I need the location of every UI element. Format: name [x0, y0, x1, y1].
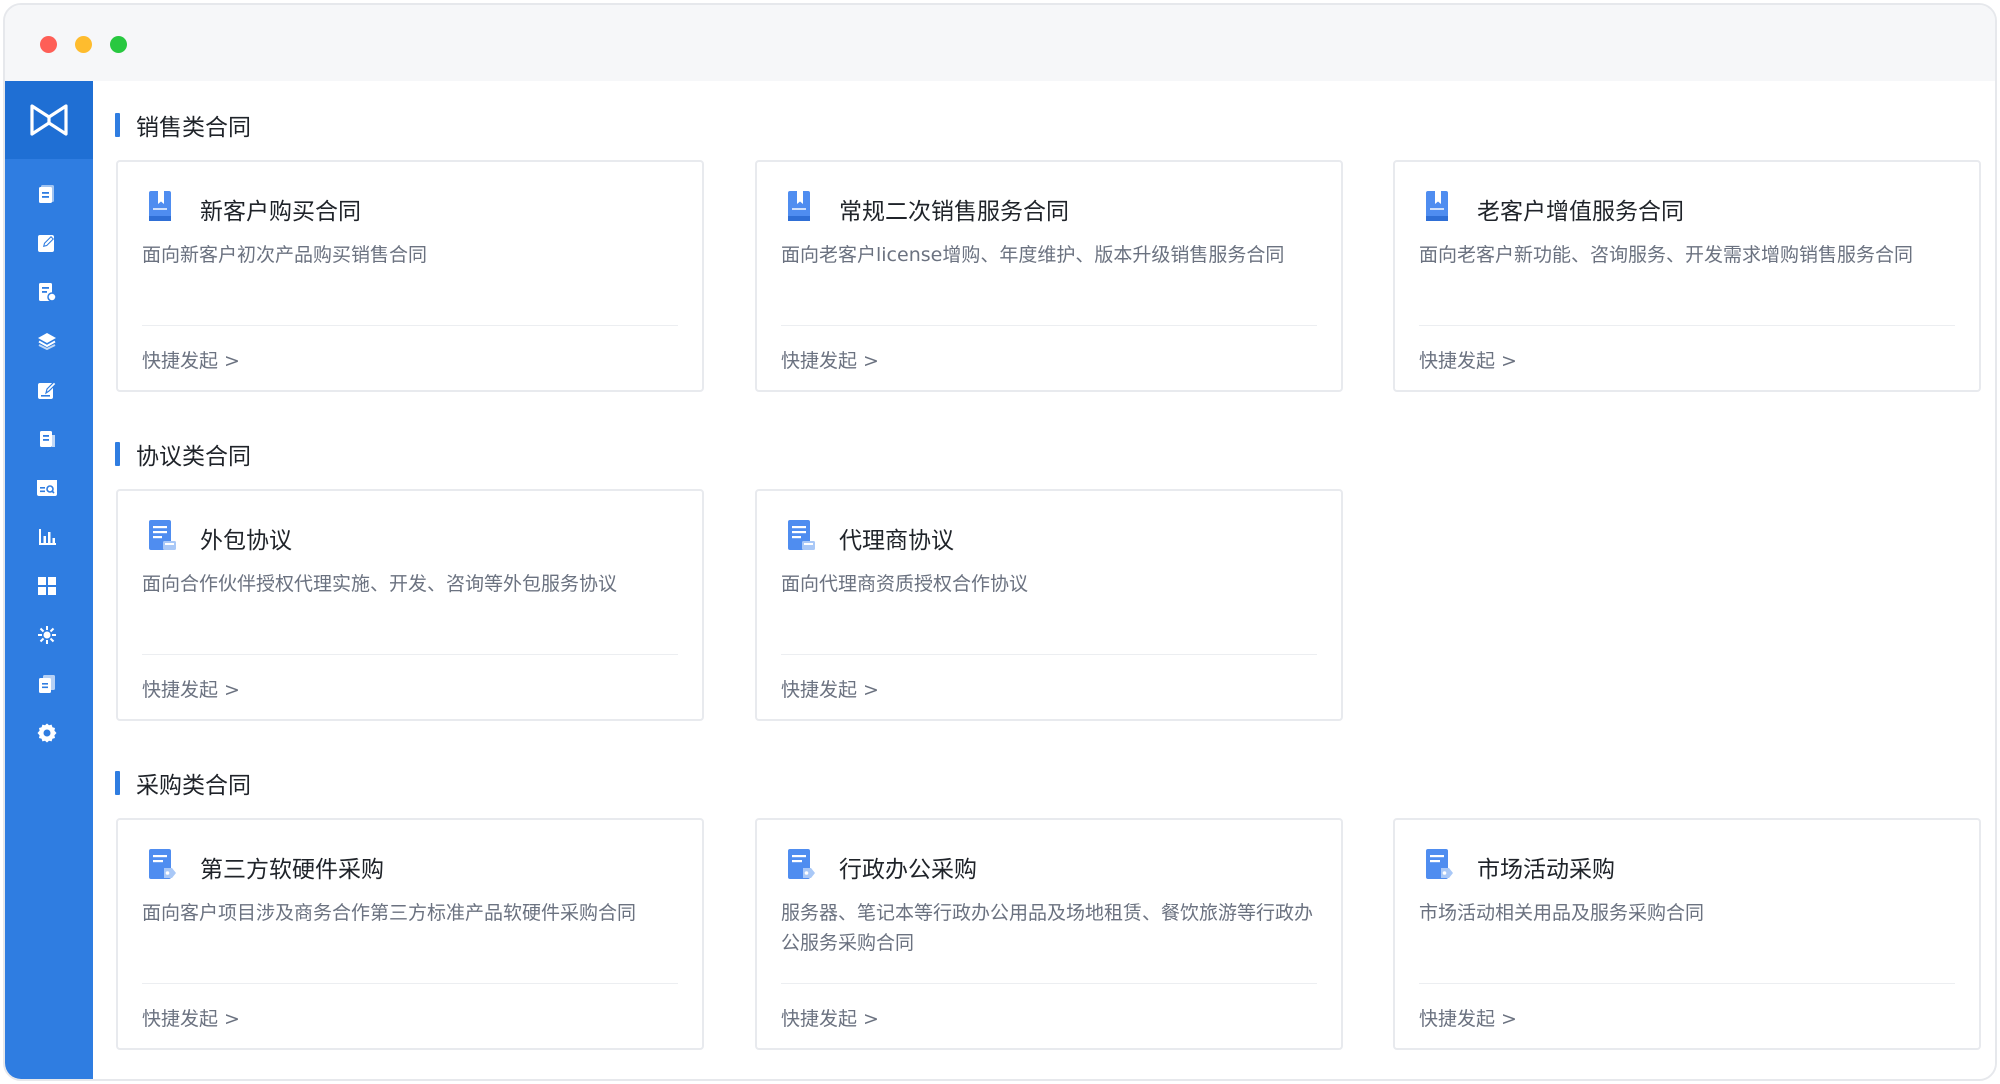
contract-book-icon — [148, 190, 174, 224]
quick-start-link[interactable]: 快捷发起 > — [781, 1004, 879, 1031]
quick-start-link[interactable]: 快捷发起 > — [1419, 1004, 1517, 1031]
card-divider — [1419, 325, 1955, 326]
card-title: 常规二次销售服务合同 — [839, 199, 1069, 225]
document-settings-icon[interactable] — [35, 280, 59, 304]
section-title-text: 销售类合同 — [136, 115, 251, 141]
section-title: 协议类合同 — [115, 440, 251, 470]
quick-start-link[interactable]: 快捷发起 > — [781, 346, 879, 373]
contract-template-card[interactable]: 第三方软硬件采购面向客户项目涉及商务合作第三方标准产品软硬件采购合同快捷发起 > — [116, 818, 704, 1050]
document-icon[interactable] — [35, 182, 59, 206]
card-title: 市场活动采购 — [1477, 857, 1615, 883]
contract-template-card[interactable]: 市场活动采购市场活动相关用品及服务采购合同快捷发起 > — [1393, 818, 1981, 1050]
close-window-button[interactable] — [40, 36, 57, 53]
search-document-icon[interactable] — [35, 476, 59, 500]
card-description: 面向客户项目涉及商务合作第三方标准产品软硬件采购合同 — [142, 902, 637, 924]
card-divider — [781, 654, 1317, 655]
quick-start-link[interactable]: 快捷发起 > — [142, 675, 240, 702]
card-description: 面向老客户新功能、咨询服务、开发需求增购销售服务合同 — [1419, 244, 1914, 266]
card-divider — [781, 325, 1317, 326]
section-title-text: 采购类合同 — [136, 773, 251, 799]
sign-icon[interactable] — [35, 378, 59, 402]
card-description: 市场活动相关用品及服务采购合同 — [1419, 902, 1705, 924]
card-title: 新客户购买合同 — [200, 199, 361, 225]
purchase-tag-icon — [148, 848, 176, 882]
agreement-form-icon — [148, 519, 176, 553]
card-description: 面向合作伙伴授权代理实施、开发、咨询等外包服务协议 — [142, 573, 618, 595]
card-divider — [142, 654, 678, 655]
section-accent-bar — [115, 771, 120, 795]
card-title: 老客户增值服务合同 — [1477, 199, 1684, 225]
contract-template-card[interactable]: 老客户增值服务合同面向老客户新功能、咨询服务、开发需求增购销售服务合同快捷发起 … — [1393, 160, 1981, 392]
contract-template-card[interactable]: 外包协议面向合作伙伴授权代理实施、开发、咨询等外包服务协议快捷发起 > — [116, 489, 704, 721]
title-bar — [5, 5, 1995, 81]
section-title: 采购类合同 — [115, 769, 251, 799]
card-divider — [142, 983, 678, 984]
quick-start-link[interactable]: 快捷发起 > — [142, 1004, 240, 1031]
contract-template-card[interactable]: 新客户购买合同面向新客户初次产品购买销售合同快捷发起 > — [116, 160, 704, 392]
maximize-window-button[interactable] — [110, 36, 127, 53]
card-title: 外包协议 — [200, 528, 292, 554]
integration-icon[interactable] — [35, 623, 59, 647]
file-icon[interactable] — [35, 427, 59, 451]
agreement-form-icon — [787, 519, 815, 553]
layers-icon[interactable] — [35, 329, 59, 353]
quick-start-link[interactable]: 快捷发起 > — [781, 675, 879, 702]
minimize-window-button[interactable] — [75, 36, 92, 53]
card-title: 行政办公采购 — [839, 857, 977, 883]
edit-icon[interactable] — [35, 231, 59, 255]
contract-template-card[interactable]: 常规二次销售服务合同面向老客户license增购、年度维护、版本升级销售服务合同… — [755, 160, 1343, 392]
card-divider — [781, 983, 1317, 984]
bar-chart-icon[interactable] — [35, 525, 59, 549]
purchase-tag-icon — [1425, 848, 1453, 882]
card-divider — [142, 325, 678, 326]
copy-icon[interactable] — [35, 672, 59, 696]
app-window: 销售类合同 新客户购买合同 面向新客户初次产品购买销售合同 快捷发起 > 常规二次销售服… — [3, 3, 1997, 1081]
app-logo[interactable] — [5, 81, 93, 159]
contract-template-card[interactable]: 代理商协议面向代理商资质授权合作协议快捷发起 > — [755, 489, 1343, 721]
quick-start-link[interactable]: 快捷发起 > — [142, 346, 240, 373]
contract-book-icon — [787, 190, 813, 224]
card-title: 第三方软硬件采购 — [200, 857, 384, 883]
card-divider — [1419, 983, 1955, 984]
card-title: 代理商协议 — [839, 528, 954, 554]
quick-start-link[interactable]: 快捷发起 > — [1419, 346, 1517, 373]
card-description: 面向新客户初次产品购买销售合同 — [142, 244, 428, 266]
section-accent-bar — [115, 442, 120, 466]
contract-template-card[interactable]: 行政办公采购服务器、笔记本等行政办公用品及场地租赁、餐饮旅游等行政办公服务采购合… — [755, 818, 1343, 1050]
grid-icon[interactable] — [35, 574, 59, 598]
main-content: 销售类合同 新客户购买合同 面向新客户初次产品购买销售合同 快捷发起 > 常规二次销售服… — [93, 81, 1995, 1079]
card-description: 面向代理商资质授权合作协议 — [781, 573, 1029, 595]
card-description: 面向老客户license增购、年度维护、版本升级销售服务合同 — [781, 244, 1285, 266]
purchase-tag-icon — [787, 848, 815, 882]
gear-icon[interactable] — [35, 721, 59, 745]
section-title: 销售类合同 — [115, 111, 251, 141]
sidebar — [5, 81, 93, 1079]
contract-book-icon — [1425, 190, 1451, 224]
section-title-text: 协议类合同 — [136, 444, 251, 470]
logo-icon — [30, 104, 68, 136]
section-accent-bar — [115, 113, 120, 137]
card-description: 服务器、笔记本等行政办公用品及场地租赁、餐饮旅游等行政办公服务采购合同 — [781, 902, 1314, 954]
